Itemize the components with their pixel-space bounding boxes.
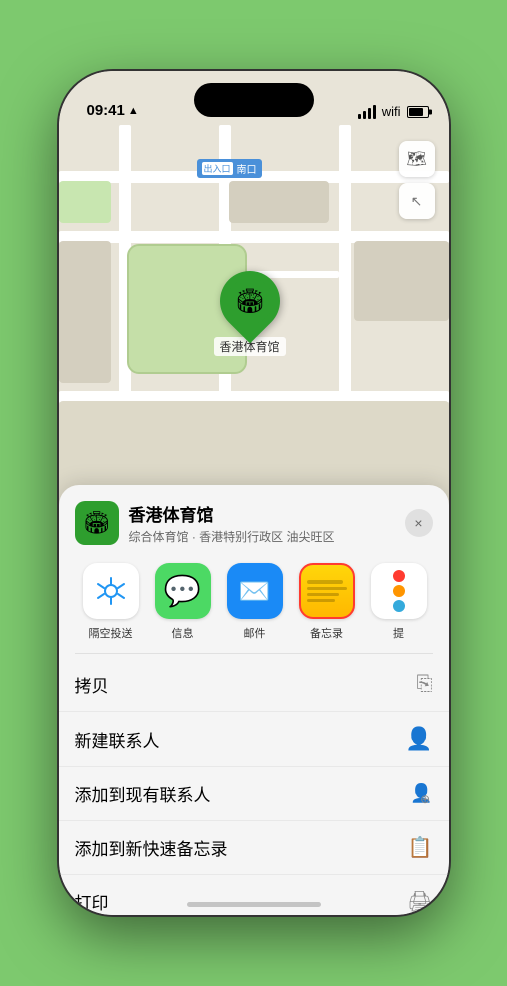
share-item-airdrop[interactable]: 隔空投送 <box>75 563 147 641</box>
more-label: 提 <box>393 625 404 641</box>
location-arrow-icon: ▲ <box>128 105 139 117</box>
action-new-contact[interactable]: 新建联系人 👤 <box>59 712 449 767</box>
wifi-icon: wifi <box>382 104 401 119</box>
venue-header: 🏟 香港体育馆 综合体育馆 · 香港特别行政区 油尖旺区 × <box>59 485 449 555</box>
new-contact-icon: 👤 <box>405 726 432 752</box>
airdrop-label: 隔空投送 <box>89 625 133 641</box>
battery-icon <box>407 106 429 118</box>
add-notes-icon: 📋 <box>408 835 433 860</box>
mail-label: 邮件 <box>244 625 266 641</box>
share-item-more[interactable]: 提 <box>363 563 435 641</box>
messages-icon-box: 💬 <box>155 563 211 619</box>
new-contact-label: 新建联系人 <box>75 727 406 752</box>
status-icons: wifi <box>358 104 429 119</box>
location-pin: 🏟 香港体育馆 <box>214 271 286 356</box>
airdrop-svg-icon <box>94 574 128 608</box>
pin-circle: 🏟 <box>207 259 292 344</box>
copy-icon: ⎘ <box>417 673 433 696</box>
action-copy[interactable]: 拷贝 ⎘ <box>59 658 449 712</box>
messages-icon: 💬 <box>164 574 201 609</box>
bottom-sheet: 🏟 香港体育馆 综合体育馆 · 香港特别行政区 油尖旺区 × <box>59 485 449 915</box>
messages-label: 信息 <box>172 625 194 641</box>
mail-icon: ✉️ <box>238 576 270 607</box>
print-icon: 🖨 <box>407 889 432 914</box>
phone-screen: 09:41 ▲ wifi <box>59 71 449 915</box>
entrance-badge: 出入口 南口 <box>197 159 262 178</box>
compass-icon: ↖ <box>411 193 423 210</box>
venue-name: 香港体育馆 <box>129 501 395 526</box>
action-print[interactable]: 打印 🖨 <box>59 875 449 915</box>
close-button[interactable]: × <box>405 509 433 537</box>
stadium-icon: 🏟 <box>234 287 264 316</box>
notes-icon-box <box>299 563 355 619</box>
notes-label: 备忘录 <box>310 625 343 641</box>
copy-label: 拷贝 <box>75 672 417 697</box>
home-indicator <box>187 902 321 907</box>
venue-icon: 🏟 <box>75 501 119 545</box>
phone-frame: 09:41 ▲ wifi <box>59 71 449 915</box>
divider-1 <box>75 653 433 654</box>
venue-subtitle: 综合体育馆 · 香港特别行政区 油尖旺区 <box>129 528 395 545</box>
map-background: 出入口 南口 🗺 ↖ 🏟 香港体育馆 <box>59 71 449 531</box>
add-notes-label: 添加到新快速备忘录 <box>75 835 408 860</box>
action-add-notes[interactable]: 添加到新快速备忘录 📋 <box>59 821 449 875</box>
add-existing-icon: 👤⊕ <box>410 783 432 804</box>
venue-stadium-icon: 🏟 <box>83 510 111 536</box>
share-item-notes[interactable]: 备忘录 <box>291 563 363 641</box>
map-controls: 🗺 ↖ <box>399 141 435 219</box>
map-layers-icon: 🗺 <box>406 149 426 169</box>
venue-info: 香港体育馆 综合体育馆 · 香港特别行政区 油尖旺区 <box>129 501 395 545</box>
add-existing-label: 添加到现有联系人 <box>75 781 411 806</box>
airdrop-icon-box <box>83 563 139 619</box>
action-add-existing[interactable]: 添加到现有联系人 👤⊕ <box>59 767 449 821</box>
compass-button[interactable]: ↖ <box>399 183 435 219</box>
signal-bars-icon <box>358 105 376 119</box>
mail-icon-box: ✉️ <box>227 563 283 619</box>
dynamic-island <box>194 83 314 117</box>
map-layers-button[interactable]: 🗺 <box>399 141 435 177</box>
share-item-mail[interactable]: ✉️ 邮件 <box>219 563 291 641</box>
share-item-messages[interactable]: 💬 信息 <box>147 563 219 641</box>
share-row: 隔空投送 💬 信息 ✉️ 邮件 <box>59 555 449 649</box>
more-icon-box <box>371 563 427 619</box>
